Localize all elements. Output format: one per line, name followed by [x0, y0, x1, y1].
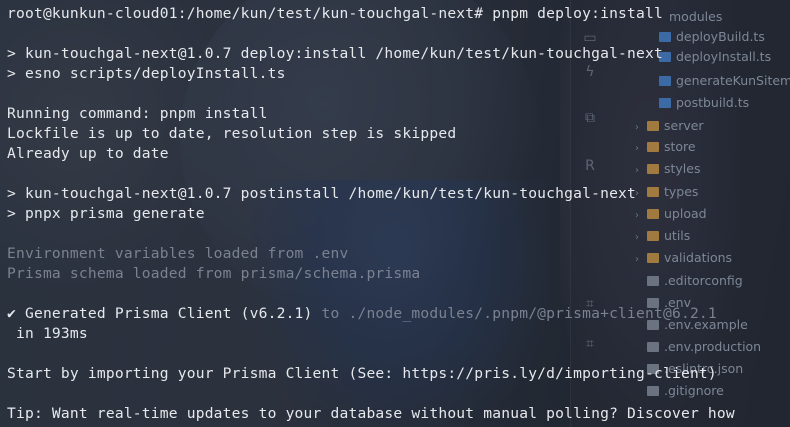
script-command-line: > pnpx prisma generate [7, 205, 205, 222]
prompt-line: root@kunkun-cloud01:/home/kun/test/kun-t… [7, 5, 663, 22]
output-line-dim: Environment variables loaded from .env [7, 245, 349, 262]
output-line: Already up to date [7, 145, 169, 162]
output-line: Lockfile is up to date, resolution step … [7, 125, 457, 142]
output-line-dim: Prisma schema loaded from prisma/schema.… [7, 265, 421, 282]
success-message: ✔ Generated Prisma Client (v6.2.1) [7, 305, 313, 322]
script-header-line: > kun-touchgal-next@1.0.7 deploy:install… [7, 45, 663, 62]
script-header-line: > kun-touchgal-next@1.0.7 postinstall /h… [7, 185, 637, 202]
generated-client-line: ✔ Generated Prisma Client (v6.2.1) to ./… [7, 304, 717, 324]
script-command-line: > esno scripts/deployInstall.ts [7, 65, 286, 82]
output-line: in 193ms [7, 325, 88, 342]
output-line: Running command: pnpm install [7, 105, 268, 122]
tip-line: Tip: Want real-time updates to your data… [7, 405, 735, 422]
output-path: to ./node_modules/.pnpm/@prisma+client@6… [312, 305, 717, 322]
terminal-output[interactable]: root@kunkun-cloud01:/home/kun/test/kun-t… [0, 0, 790, 427]
output-line: Start by importing your Prisma Client (S… [7, 365, 717, 382]
